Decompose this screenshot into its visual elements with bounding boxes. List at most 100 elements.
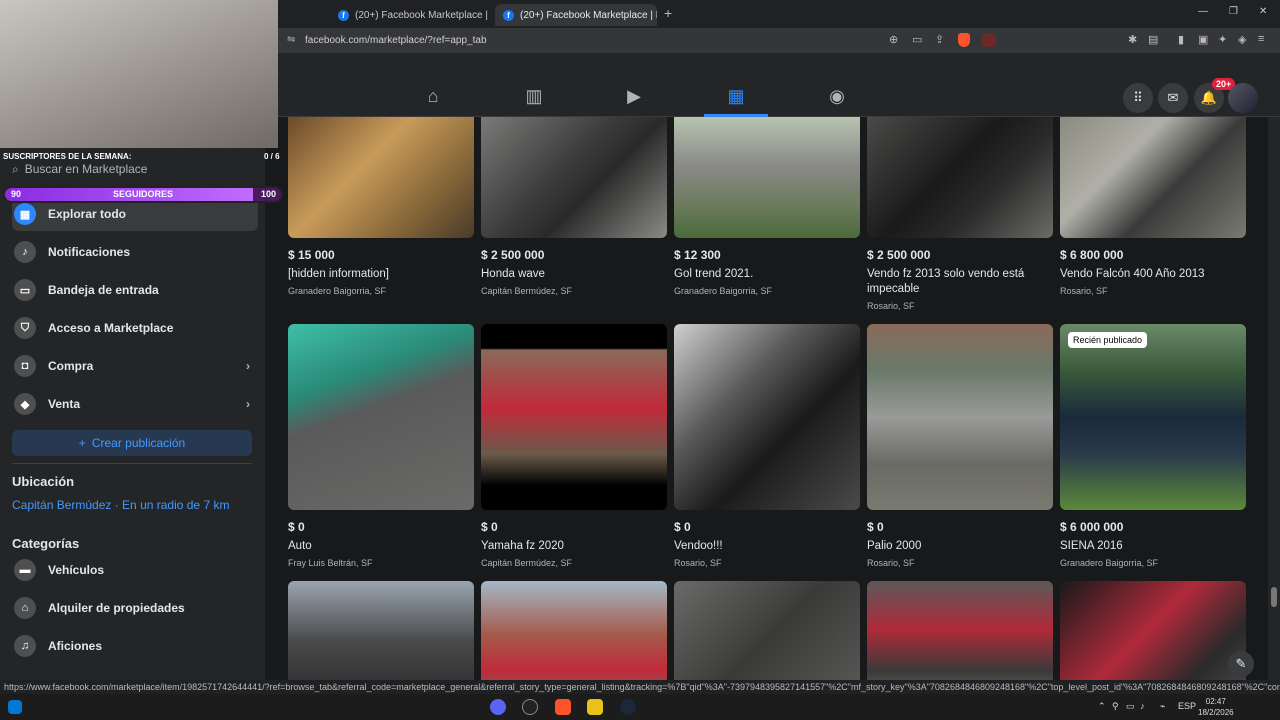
minimize-icon[interactable]: —	[1198, 6, 1208, 17]
category-label: Vehículos	[48, 563, 105, 577]
zoom-icon[interactable]: ⊕	[889, 33, 898, 46]
home-icon[interactable]: ⌂	[415, 81, 451, 111]
listing-price: $ 2 500 000	[481, 248, 545, 262]
cast-icon[interactable]: ▭	[912, 33, 922, 46]
sidebar-item-buying[interactable]: ◘ Compra ›	[12, 349, 258, 383]
leo-icon[interactable]: ✦	[1218, 33, 1227, 46]
listing-card[interactable]: $ 0 Palio 2000 Rosario, SF	[867, 324, 1053, 568]
marketplace-search-input[interactable]: ⌕ Buscar en Marketplace	[12, 159, 252, 179]
new-message-icon[interactable]: ✎	[1228, 651, 1254, 677]
steam-icon[interactable]	[620, 699, 636, 715]
brave-shield-icon[interactable]	[958, 33, 970, 47]
system-clock[interactable]: 02:47 18/2/2026	[1198, 696, 1234, 718]
guitar-icon: ♫	[14, 635, 36, 657]
url-text[interactable]: facebook.com/marketplace/?ref=app_tab	[305, 35, 487, 46]
listing-photo[interactable]	[674, 324, 860, 510]
app-icon[interactable]	[587, 699, 603, 715]
language-indicator[interactable]: ESP	[1178, 701, 1196, 711]
obs-icon[interactable]	[522, 699, 538, 715]
browser-tab-2[interactable]: f (20+) Facebook Marketplace | Fa ✕	[495, 4, 657, 26]
weekly-subs-count: 0 / 6	[264, 152, 280, 161]
listing-photo[interactable]: Recién publicado	[1060, 324, 1246, 510]
listing-photo[interactable]	[481, 581, 667, 680]
browser-tab-1[interactable]: f (20+) Facebook Marketplace | Facebo	[330, 4, 490, 26]
site-info-icon[interactable]: ⇋	[287, 34, 295, 45]
listing-card[interactable]: $ 2 500 000 Vendo fz 2013 solo vendo est…	[867, 117, 1053, 311]
microphone-icon[interactable]: ⚲	[1112, 701, 1119, 712]
groups-icon[interactable]: ◉	[819, 81, 855, 111]
listing-photo[interactable]	[481, 324, 667, 510]
listing-card[interactable]	[1060, 581, 1246, 680]
extensions-icon[interactable]: ✱	[1128, 33, 1137, 46]
location-filter-link[interactable]: Capitán Bermúdez · En un radio de 7 km	[12, 498, 229, 512]
listing-card[interactable]: $ 0 Auto Fray Luis Beltrán, SF	[288, 324, 474, 568]
listing-card[interactable]: $ 12 300 Gol trend 2021. Granadero Baigo…	[674, 117, 860, 296]
sidebar-item-access[interactable]: ⛉ Acceso a Marketplace	[12, 311, 258, 345]
listing-card[interactable]	[867, 581, 1053, 680]
listing-location: Capitán Bermúdez, SF	[481, 558, 573, 568]
reader-icon[interactable]: ▤	[1148, 33, 1158, 46]
profile-avatar[interactable]	[1228, 83, 1258, 113]
listing-title: [hidden information]	[288, 268, 390, 280]
listing-photo[interactable]	[288, 324, 474, 510]
listing-card[interactable]	[288, 581, 474, 680]
category-hobbies[interactable]: ♫ Aficiones	[12, 629, 258, 663]
discord-icon[interactable]	[490, 699, 506, 715]
close-window-icon[interactable]: ✕	[1259, 6, 1267, 17]
sidebar-icon[interactable]: ▮	[1178, 33, 1184, 46]
marketplace-icon[interactable]: ▦	[704, 81, 768, 117]
messenger-icon[interactable]: ✉	[1158, 83, 1188, 113]
reels-icon[interactable]: ▶	[616, 81, 652, 111]
new-tab-icon[interactable]: +	[664, 5, 672, 21]
volume-icon[interactable]: ♪	[1140, 701, 1145, 711]
listing-card[interactable]: $ 0 Vendoo!!! Rosario, SF	[674, 324, 860, 568]
listing-photo[interactable]	[867, 581, 1053, 680]
listing-price: $ 12 300	[674, 248, 721, 262]
listing-photo[interactable]	[867, 324, 1053, 510]
link-status-bar: https://www.facebook.com/marketplace/ite…	[0, 680, 1280, 694]
create-listing-button[interactable]: + Crear publicación	[12, 430, 252, 456]
sidebar-divider	[12, 463, 252, 464]
listing-photo[interactable]	[674, 117, 860, 238]
sidebar-item-notifications[interactable]: ♪ Notificaciones	[12, 235, 258, 269]
listing-card[interactable]: $ 6 800 000 Vendo Falcón 400 Año 2013 Ro…	[1060, 117, 1246, 296]
listing-photo[interactable]	[288, 581, 474, 680]
restore-icon[interactable]: ❐	[1229, 6, 1238, 17]
share-icon[interactable]: ⇪	[935, 33, 944, 46]
listing-card[interactable]: $ 15 000 [hidden information] Granadero …	[288, 117, 474, 296]
brave-rewards-icon[interactable]	[982, 33, 996, 47]
network-icon[interactable]: ⌁	[1160, 701, 1165, 712]
listing-card[interactable]: $ 0 Yamaha fz 2020 Capitán Bermúdez, SF	[481, 324, 667, 568]
listing-title: Auto	[288, 540, 312, 552]
listing-photo[interactable]	[674, 581, 860, 680]
listing-card[interactable]	[674, 581, 860, 680]
location-title: Ubicación	[12, 474, 75, 489]
listing-card[interactable]	[481, 581, 667, 680]
vpn-icon[interactable]: ◈	[1238, 33, 1246, 46]
listing-card[interactable]: Recién publicado $ 6 000 000 SIENA 2016 …	[1060, 324, 1246, 568]
windows-start-icon[interactable]	[8, 700, 22, 714]
listing-card[interactable]: $ 2 500 000 Honda wave Capitán Bermúdez,…	[481, 117, 667, 296]
brave-browser-icon[interactable]	[555, 699, 571, 715]
category-vehicles[interactable]: ▬ Vehículos	[12, 553, 258, 587]
listing-photo[interactable]	[1060, 581, 1246, 680]
listing-photo[interactable]	[867, 117, 1053, 238]
category-property-rentals[interactable]: ⌂ Alquiler de propiedades	[12, 591, 258, 625]
listing-photo[interactable]	[1060, 117, 1246, 238]
sidebar-item-inbox[interactable]: ▭ Bandeja de entrada	[12, 273, 258, 307]
video-icon[interactable]: ▥	[516, 81, 552, 111]
menu-icon[interactable]: ≡	[1258, 33, 1264, 45]
listing-location: Fray Luis Beltrán, SF	[288, 558, 373, 568]
display-icon[interactable]: ▭	[1126, 701, 1135, 712]
sidebar-item-selling[interactable]: ◆ Venta ›	[12, 387, 258, 421]
listing-price: $ 0	[674, 520, 691, 534]
listing-photo[interactable]	[481, 117, 667, 238]
followers-current: 90	[11, 189, 22, 199]
apps-menu-icon[interactable]: ⠿	[1123, 83, 1153, 113]
page-scrollbar[interactable]	[1268, 117, 1280, 680]
listing-photo[interactable]	[288, 117, 474, 238]
scrollbar-thumb[interactable]	[1271, 587, 1277, 607]
wallet-icon[interactable]: ▣	[1198, 33, 1208, 46]
tray-chevron-icon[interactable]: ⌃	[1098, 701, 1106, 712]
listing-price: $ 2 500 000	[867, 248, 931, 262]
